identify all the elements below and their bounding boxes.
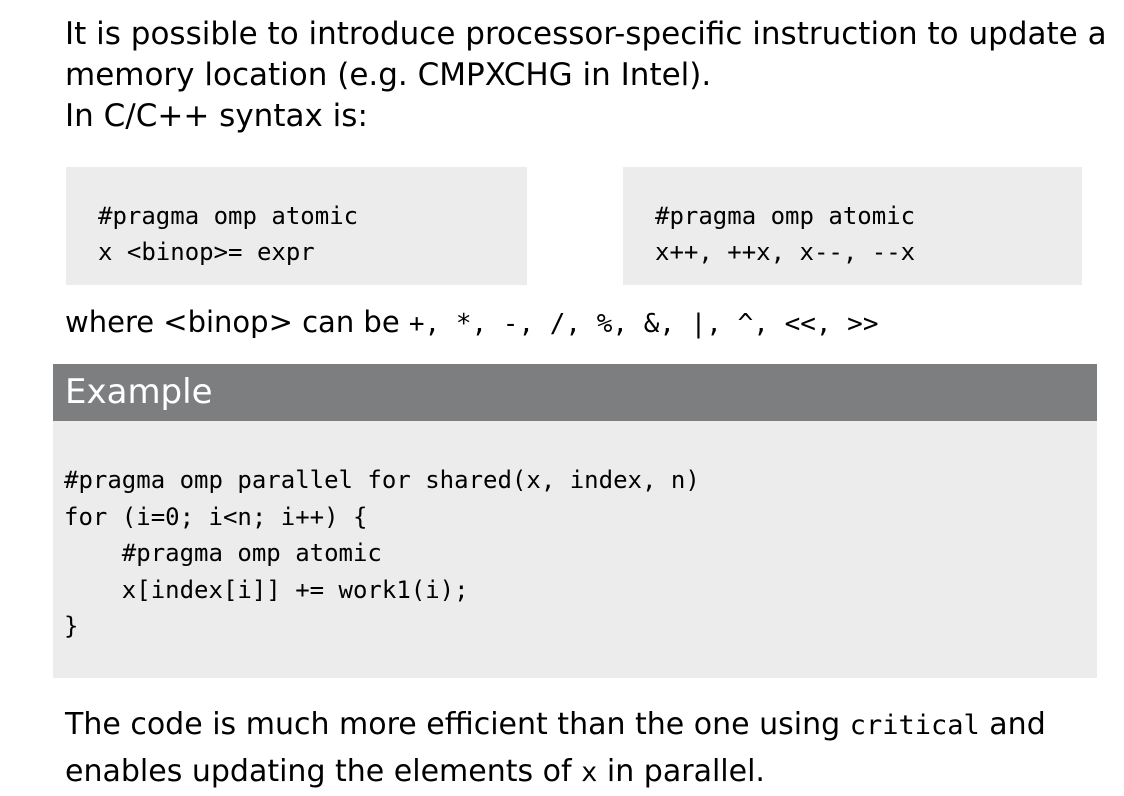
code-line: x++, ++x, x--, --x (655, 238, 916, 266)
conclusion-text: The code is much more efficient than the… (65, 707, 850, 742)
variable-x: x (581, 757, 598, 788)
intro-paragraph: It is possible to introduce processor-sp… (65, 14, 1107, 137)
intro-line-2: memory location (e.g. CMPXCHG in Intel). (65, 57, 712, 93)
conclusion-text: enables updating the elements of (65, 754, 582, 789)
example-code-line: #pragma omp atomic (64, 539, 382, 567)
binop-operator-list: +, *, -, /, %, &, |, ^, <<, >> (408, 309, 879, 339)
conclusion-text: in parallel. (597, 754, 765, 789)
example-title: Example (65, 372, 213, 412)
conclusion-line-2: enables updating the elements of x in pa… (65, 749, 1105, 796)
conclusion-paragraph: The code is much more efficient than the… (65, 702, 1105, 796)
example-code-line: x[index[i]] += work1(i); (64, 575, 469, 604)
conclusion-text: and (979, 707, 1046, 742)
example-block-title: Example (53, 364, 1097, 421)
binop-note: where <binop> can be +, *, -, /, %, &, |… (65, 302, 879, 344)
code-block-binop-syntax: #pragma omp atomic x <binop>= expr (66, 167, 527, 285)
example-code-line: #pragma omp parallel for shared(x, index… (64, 466, 700, 494)
critical-keyword: critical (849, 710, 980, 741)
binop-note-prefix: where <binop> can be (65, 305, 409, 339)
example-code-block: #pragma omp parallel for shared(x, index… (53, 421, 1097, 678)
conclusion-line-1: The code is much more efficient than the… (65, 702, 1105, 749)
code-block-increment-syntax: #pragma omp atomic x++, ++x, x--, --x (623, 167, 1082, 285)
intro-line-3: In C/C++ syntax is: (65, 98, 368, 134)
example-code-line: for (i=0; i<n; i++) { (64, 502, 368, 531)
code-line: #pragma omp atomic (98, 202, 359, 230)
intro-line-1: It is possible to introduce processor-sp… (65, 16, 1107, 52)
code-line: x <binop>= expr (98, 238, 315, 266)
code-line: #pragma omp atomic (655, 202, 916, 230)
example-code-line: } (64, 612, 79, 640)
